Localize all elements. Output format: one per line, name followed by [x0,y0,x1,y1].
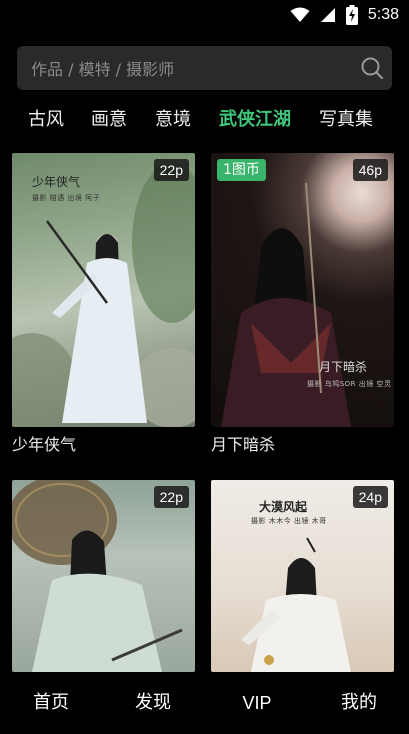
album-title: 月下暗杀 [211,435,276,454]
status-time: 5:38 [367,6,399,23]
wifi-icon [290,7,310,22]
cover-credits: 摄影 陪遇 出境 阿子 [32,194,101,202]
category-tabs: 古风 画意 意境 武侠江湖 写真集 [0,103,409,137]
cover-title: 大漠风起 [259,500,308,514]
tab-gufeng[interactable]: 古风 [28,103,64,137]
coin-price-badge: 1图币 [217,159,266,181]
photo-count-badge: 22p [153,486,189,508]
status-icons: 5:38 [290,4,399,26]
album-cover[interactable]: 少年侠气 摄影 陪遇 出境 阿子 22p [12,153,195,427]
album-card[interactable]: 1图币 月下暗杀 摄影 乌鸠SOR 出镜 空灵 46p 月下暗杀 [211,153,394,457]
status-bar: 5:38 [0,0,409,30]
tab-huayi[interactable]: 画意 [91,103,127,137]
nav-home[interactable]: 首页 [22,672,80,728]
photo-count-badge: 24p [352,486,388,508]
cover-title: 月下暗杀 [319,360,368,374]
battery-charging-icon [345,5,358,25]
nav-vip[interactable]: VIP [228,672,286,728]
search-input[interactable] [29,46,353,92]
album-card[interactable]: 少年侠气 摄影 陪遇 出境 阿子 22p 少年侠气 [12,153,195,457]
cover-title: 少年侠气 [32,175,81,189]
nav-discover[interactable]: 发现 [124,672,182,728]
search-icon[interactable] [360,56,384,80]
photo-count-badge: 22p [153,159,189,181]
album-cover[interactable]: 大漠风起 摄影 木木今 出镜 木哥 24p [211,480,394,672]
album-card[interactable]: 大漠风起 摄影 木木今 出镜 木哥 24p [211,480,394,672]
album-cover[interactable]: 22p [12,480,195,672]
search-bar[interactable] [17,46,392,92]
cover-credits: 摄影 乌鸠SOR 出镜 空灵 [307,380,392,388]
signal-icon [320,8,335,22]
tab-xiezhenji[interactable]: 写真集 [319,103,373,137]
nav-profile[interactable]: 我的 [330,672,388,728]
bottom-navigation: 首页 发现 VIP 我的 [0,672,409,728]
album-card[interactable]: 22p [12,480,195,672]
cover-credits: 摄影 木木今 出镜 木哥 [251,517,327,525]
tab-wuxia-jianghu[interactable]: 武侠江湖 [219,103,291,137]
photo-count-badge: 46p [352,159,388,181]
model-figure-illustration [12,480,183,672]
album-cover[interactable]: 1图币 月下暗杀 摄影 乌鸠SOR 出镜 空灵 46p [211,153,394,427]
tab-yijing[interactable]: 意境 [155,103,191,137]
album-title: 少年侠气 [12,435,77,454]
